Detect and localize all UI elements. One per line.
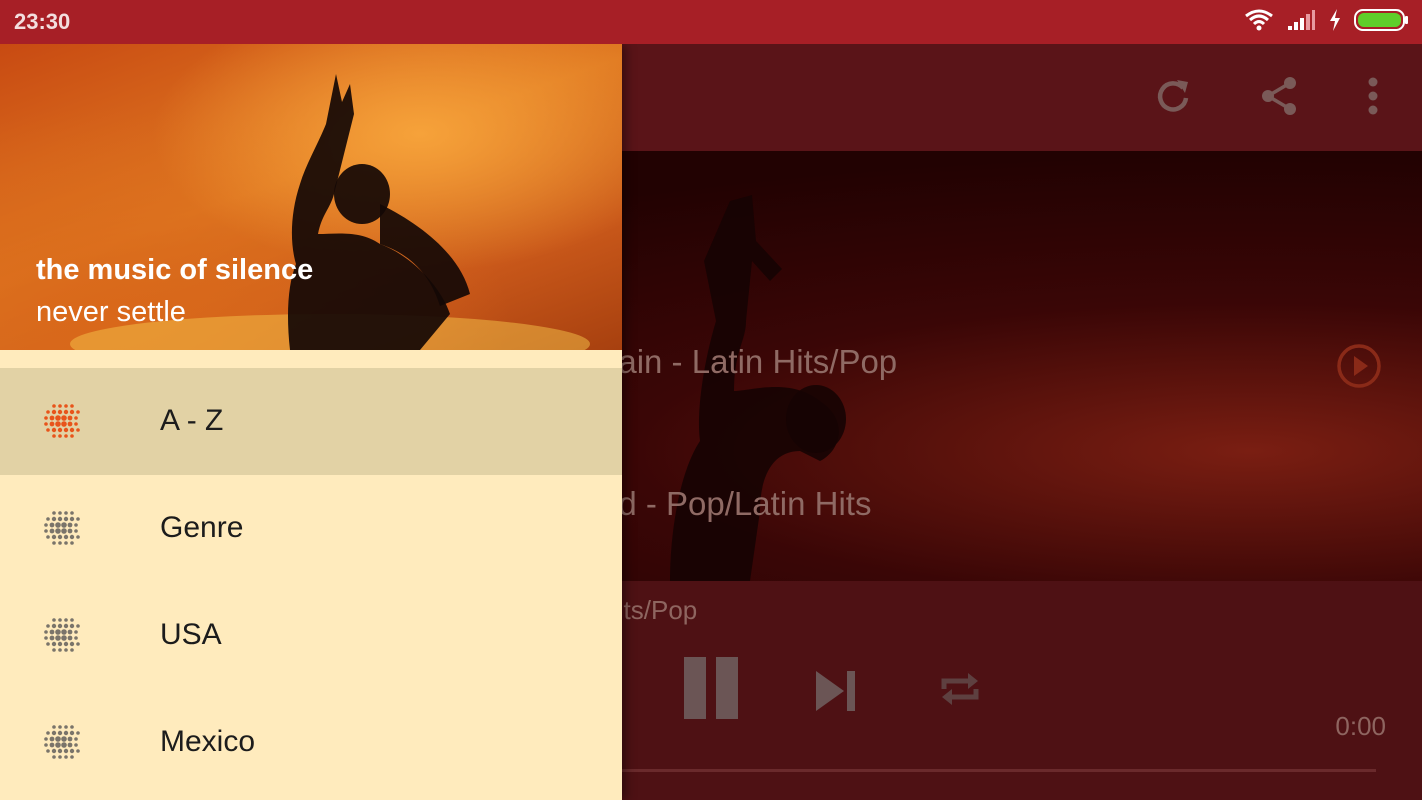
repeat-icon[interactable] <box>938 667 982 711</box>
menu-item-label: USA <box>160 618 222 651</box>
menu-item-genre[interactable]: Genre <box>0 475 622 582</box>
signal-icon <box>1288 10 1315 30</box>
dotted-circle-icon <box>44 725 80 759</box>
track-row[interactable]: nd - Pop/Latin Hits <box>600 485 871 523</box>
menu-item-label: Genre <box>160 511 244 544</box>
now-playing-title: lits/Pop <box>612 595 698 625</box>
battery-icon <box>1354 9 1408 31</box>
menu-item-a-z[interactable]: A - Z <box>0 368 622 475</box>
header-title: the music of silence <box>36 254 314 286</box>
dotted-circle-icon <box>44 511 80 545</box>
dotted-circle-icon <box>44 404 80 438</box>
drawer-header: the music of silence never settle <box>0 44 622 350</box>
status-icons <box>1244 8 1410 32</box>
header-subtitle: never settle <box>36 296 186 328</box>
status-bar: 23:30 <box>0 0 1422 44</box>
status-time: 23:30 <box>14 9 71 34</box>
menu-item-label: Mexico <box>160 725 256 758</box>
track-row[interactable]: pain - Latin Hits/Pop <box>600 343 897 381</box>
dotted-circle-icon <box>44 618 80 652</box>
menu-item-label: A - Z <box>160 404 224 437</box>
more-vert-icon[interactable] <box>1351 74 1395 118</box>
navigation-drawer: the music of silence never settle A - Z <box>0 44 622 800</box>
menu-item-mexico[interactable]: Mexico <box>0 689 622 796</box>
menu-item-usa[interactable]: USA <box>0 582 622 689</box>
drawer-menu: A - Z Genre USA Mexico <box>0 368 622 796</box>
share-icon[interactable] <box>1257 74 1301 118</box>
refresh-icon[interactable] <box>1151 74 1195 118</box>
charging-icon <box>1330 9 1340 31</box>
elapsed-time: 0:00 <box>1335 711 1386 741</box>
skip-next-icon[interactable] <box>814 669 858 713</box>
pause-icon[interactable] <box>684 657 740 721</box>
progress-bar[interactable] <box>620 769 1376 772</box>
play-circle-icon[interactable] <box>1336 343 1382 389</box>
wifi-icon <box>1245 9 1273 31</box>
